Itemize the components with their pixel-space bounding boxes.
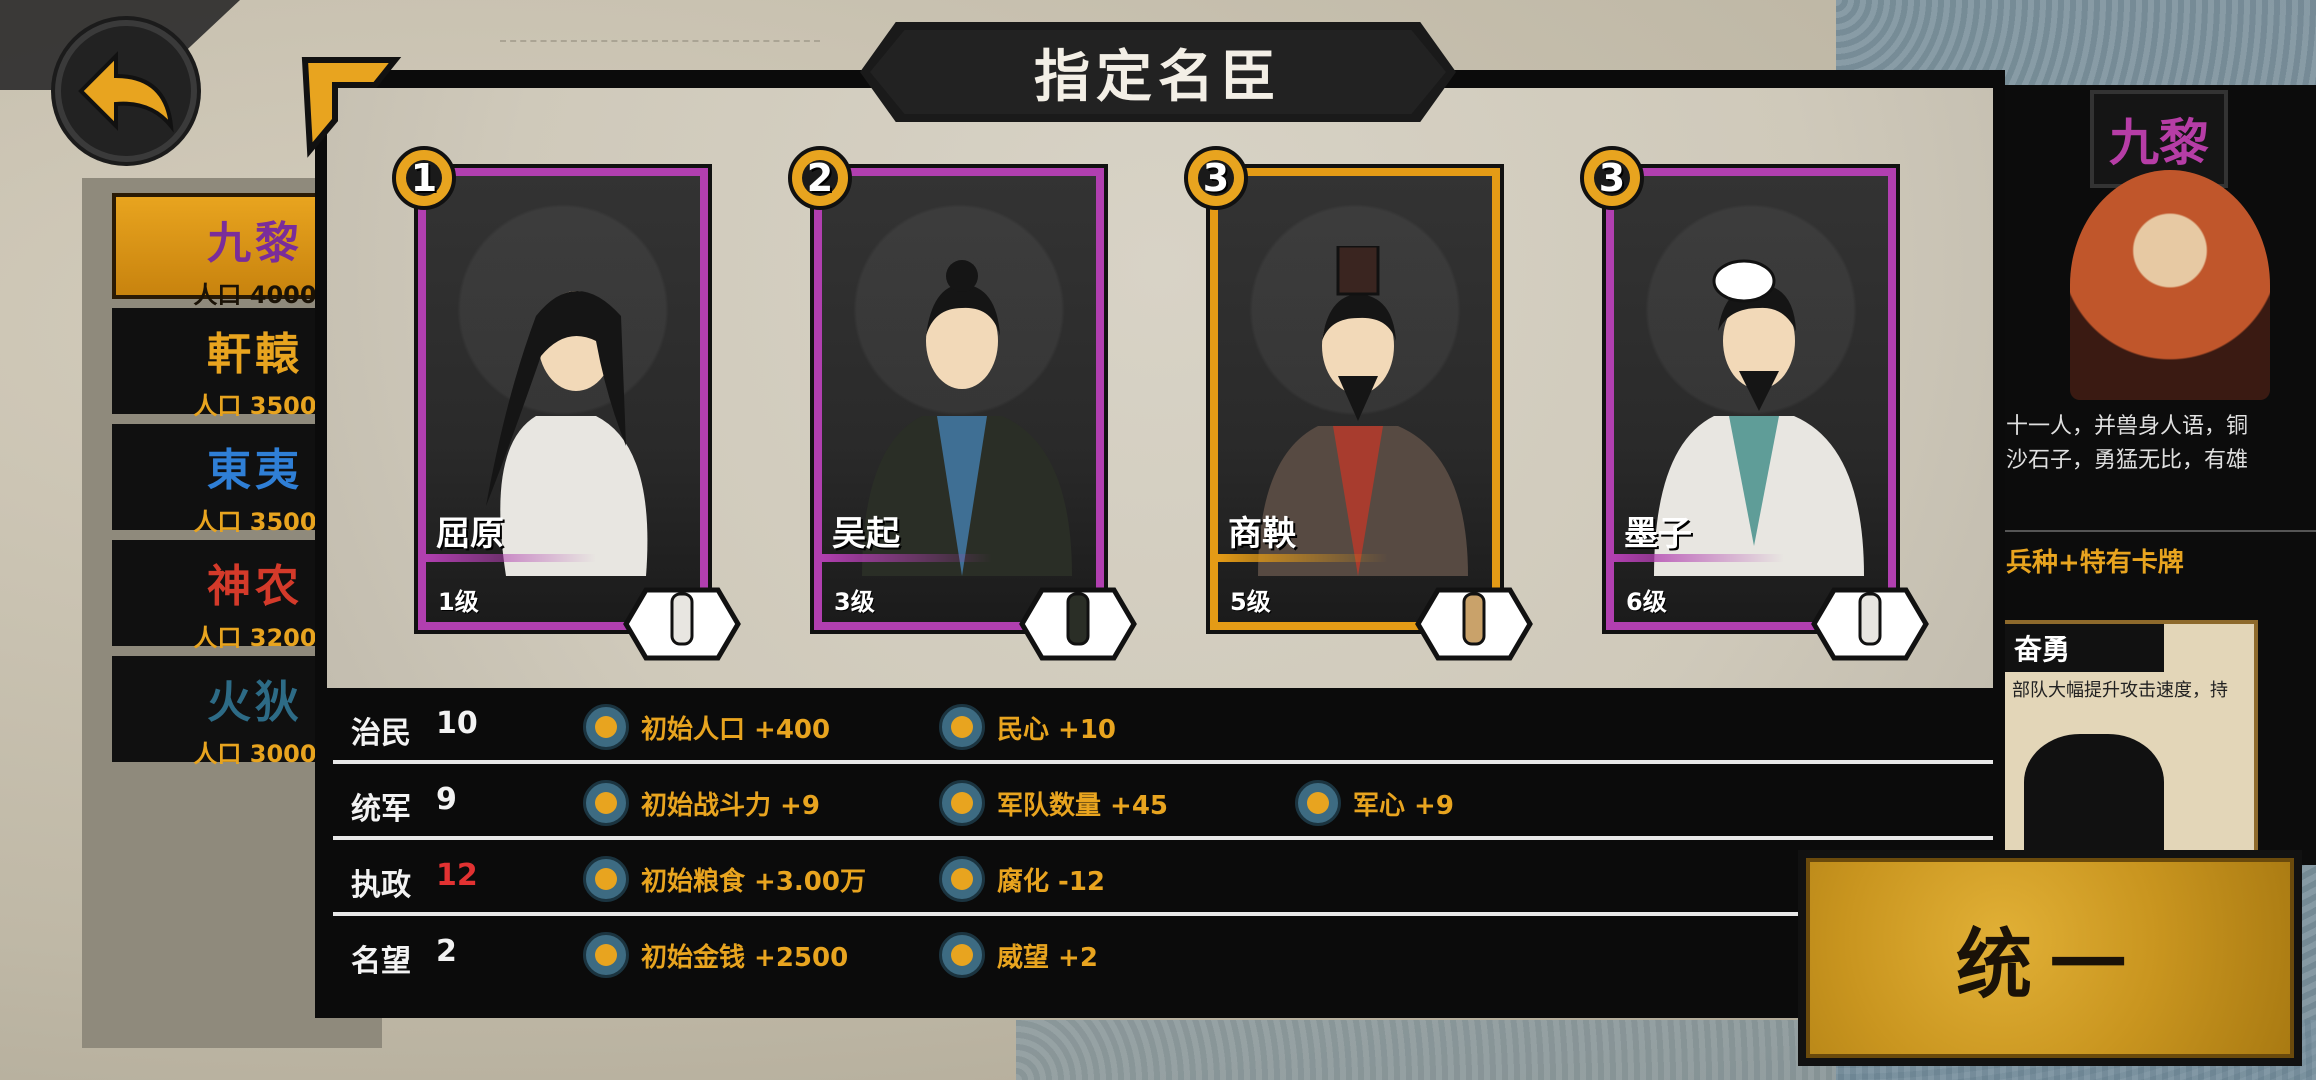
rank-badge: 3 <box>1180 142 1252 214</box>
faction-feature: 兵种+特有卡牌 <box>2000 530 2316 579</box>
minister-level: 5级 <box>1230 588 1271 616</box>
stat-label: 统军 <box>351 792 411 827</box>
faction-description: 十一人，并兽身人语，铜 沙石子，勇猛无比，有雄 <box>2000 410 2316 478</box>
stat-row-governance: 治民 10 初始人口 +400 民心 +10 <box>333 688 1993 764</box>
minister-name-bar <box>1614 554 1784 562</box>
minister-mini-figure-hex <box>1811 587 1929 661</box>
bonus-item: 初始战斗力 +9 <box>583 780 820 826</box>
rank-badge: 2 <box>784 142 856 214</box>
stat-value: 12 <box>436 858 478 893</box>
faction-leader-portrait <box>2070 170 2270 400</box>
stat-row-prestige: 名望 2 初始金钱 +2500 威望 +2 <box>333 916 1993 988</box>
map-mountains <box>500 0 820 42</box>
minister-card-quyuan[interactable]: 屈原 1级 1 <box>392 146 741 661</box>
minister-name: 屈原 <box>436 514 504 554</box>
stat-label: 治民 <box>351 716 411 751</box>
stat-label: 执政 <box>351 868 411 903</box>
bonus-text: 初始人口 +400 <box>641 714 831 745</box>
grain-icon <box>583 856 629 902</box>
minister-mini-figure-hex <box>1019 587 1137 661</box>
bonus-text: 初始金钱 +2500 <box>641 942 849 973</box>
bonus-item: 民心 +10 <box>939 704 1116 750</box>
minister-level: 6级 <box>1626 588 1667 616</box>
sword-power-icon <box>583 780 629 826</box>
bonus-text: 威望 +2 <box>997 942 1098 973</box>
bonus-item: 初始粮食 +3.00万 <box>583 856 866 902</box>
warrior-silhouette <box>2024 734 2164 854</box>
bonus-item: 威望 +2 <box>939 932 1098 978</box>
rank-badge: 3 <box>1576 142 1648 214</box>
minister-name: 墨子 <box>1624 514 1692 554</box>
rank-number: 3 <box>1598 156 1626 200</box>
minister-card-shangyang[interactable]: 商鞅 5级 3 <box>1184 146 1533 661</box>
dialog-title: 指定名臣 <box>1034 44 1282 110</box>
coin-icon <box>583 932 629 978</box>
rank-number: 3 <box>1202 156 1230 200</box>
dialog-title-plate: 指定名臣 <box>860 22 1456 122</box>
unify-button[interactable]: 统一 <box>1798 850 2302 1066</box>
stat-row-military: 统军 9 初始战斗力 +9 军队数量 +45 军心 +9 <box>333 764 1993 840</box>
minister-level: 3级 <box>834 588 875 616</box>
minister-name-bar <box>1218 554 1388 562</box>
bonus-item: 初始人口 +400 <box>583 704 830 750</box>
troops-icon <box>939 780 985 826</box>
minister-card-mozi[interactable]: 墨子 6级 3 <box>1580 146 1929 661</box>
morale-icon <box>1295 780 1341 826</box>
bonus-text: 初始战斗力 +9 <box>641 790 820 821</box>
heart-icon <box>939 704 985 750</box>
bonus-text: 军心 +9 <box>1353 790 1454 821</box>
minister-card-wuqi[interactable]: 吴起 3级 2 <box>788 146 1137 661</box>
bonus-item: 军队数量 +45 <box>939 780 1168 826</box>
bonus-item: 初始金钱 +2500 <box>583 932 848 978</box>
minister-level: 1级 <box>438 588 479 616</box>
prestige-icon <box>939 932 985 978</box>
rank-number: 1 <box>410 156 438 200</box>
minister-name-bar <box>822 554 992 562</box>
bonus-item: 军心 +9 <box>1295 780 1454 826</box>
faction-description-line: 沙石子，勇猛无比，有雄 <box>2006 448 2249 473</box>
population-icon <box>583 704 629 750</box>
bonus-item: 腐化 -12 <box>939 856 1105 902</box>
bonus-text: 腐化 -12 <box>997 866 1106 897</box>
feature-card[interactable]: 奋勇 部队大幅提升攻击速度，持 <box>2000 620 2258 858</box>
stat-value: 9 <box>436 782 457 817</box>
minister-mini-figure-hex <box>1415 587 1533 661</box>
rank-number: 2 <box>806 156 834 200</box>
minister-name: 吴起 <box>832 514 900 554</box>
stats-table: 治民 10 初始人口 +400 民心 +10 统军 9 初始战斗力 +9 军队数… <box>333 688 1993 988</box>
stat-value: 10 <box>436 706 478 741</box>
bonus-text: 初始粮食 +3.00万 <box>641 866 866 897</box>
stat-row-administration: 执政 12 初始粮食 +3.00万 腐化 -12 <box>333 840 1803 916</box>
corruption-hand-icon <box>939 856 985 902</box>
faction-description-line: 十一人，并兽身人语，铜 <box>2006 414 2249 439</box>
minister-name: 商鞅 <box>1228 514 1296 554</box>
back-button[interactable] <box>55 20 197 162</box>
stat-value: 2 <box>436 934 457 969</box>
bonus-text: 民心 +10 <box>997 714 1117 745</box>
back-arrow-icon <box>78 51 174 133</box>
minister-mini-figure-hex <box>623 587 741 661</box>
stat-label: 名望 <box>351 944 411 979</box>
feature-card-text: 部队大幅提升攻击速度，持 <box>2012 680 2228 701</box>
unify-button-label: 统一 <box>1956 920 2144 1009</box>
feature-card-title: 奋勇 <box>2004 624 2164 672</box>
rank-badge: 1 <box>388 142 460 214</box>
minister-name-bar <box>426 554 596 562</box>
bonus-text: 军队数量 +45 <box>997 790 1169 821</box>
